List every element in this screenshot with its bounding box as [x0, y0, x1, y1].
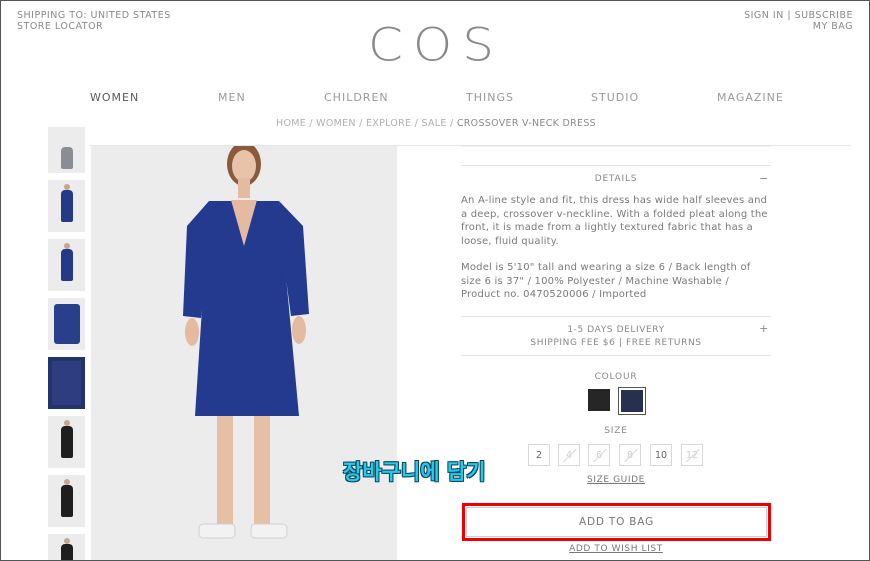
thumbnail-1[interactable]: [48, 127, 85, 173]
nav-magazine[interactable]: MAGAZINE: [717, 91, 784, 104]
colour-swatch-navy-selected[interactable]: [618, 387, 646, 415]
nav-children[interactable]: CHILDREN: [324, 91, 389, 104]
thumbnail-2[interactable]: [48, 180, 85, 232]
thumbnail-figure: [52, 361, 81, 405]
thumbnail-figure: [61, 426, 73, 458]
cos-logo[interactable]: COS: [1, 18, 869, 72]
details-label: DETAILS: [594, 174, 638, 184]
expand-icon[interactable]: +: [759, 322, 769, 335]
thumbnail-7[interactable]: [48, 475, 85, 527]
size-guide: SIZE GUIDE: [461, 475, 771, 485]
nav-women[interactable]: WOMEN: [90, 91, 139, 104]
section-divider: [461, 355, 771, 356]
add-to-bag-button[interactable]: ADD TO BAG: [466, 507, 767, 537]
breadcrumb-path[interactable]: HOME / WOMEN / EXPLORE / SALE /: [276, 118, 457, 129]
size-guide-link[interactable]: SIZE GUIDE: [587, 475, 645, 485]
thumbnail-6[interactable]: [48, 416, 85, 468]
thumbnail-figure: [54, 304, 80, 344]
size-option-10[interactable]: 10: [650, 444, 672, 466]
breadcrumb-current: CROSSOVER V-NECK DRESS: [456, 118, 596, 129]
colour-swatch-black[interactable]: [588, 389, 610, 411]
thumbnail-figure: [61, 147, 73, 169]
product-description: An A-line style and fit, this dress has …: [461, 194, 771, 302]
price-row-cut: [461, 146, 771, 147]
delivery-line-1: 1-5 DAYS DELIVERY: [567, 325, 665, 335]
thumbnail-8[interactable]: [48, 534, 85, 560]
thumbnail-figure: [61, 485, 73, 517]
nav-men[interactable]: MEN: [218, 91, 246, 104]
size-label: SIZE: [604, 426, 628, 436]
model-illustration: [183, 146, 309, 539]
product-main-image[interactable]: [91, 146, 397, 560]
wishlist: ADD TO WISH LIST: [461, 544, 771, 554]
thumbnail-figure: [61, 190, 73, 222]
section-divider: [461, 316, 771, 317]
browser-frame: SHIPPING TO: UNITED STATES STORE LOCATOR…: [0, 0, 870, 561]
nav-things[interactable]: THINGS: [466, 91, 514, 104]
annotation-caption: 장바구니에 담기: [343, 460, 486, 484]
details-accordion-header[interactable]: DETAILS −: [461, 165, 771, 188]
thumbnail-figure: [61, 249, 73, 281]
nav-studio[interactable]: STUDIO: [591, 91, 639, 104]
delivery-accordion-header[interactable]: 1-5 DAYS DELIVERY SHIPPING FEE $6 | FREE…: [461, 322, 771, 350]
delivery-line-2: SHIPPING FEE $6 | FREE RETURNS: [530, 338, 702, 348]
size-option-4-unavailable: 4: [558, 444, 580, 466]
collapse-icon[interactable]: −: [759, 166, 769, 192]
size-option-6-unavailable: 6: [588, 444, 610, 466]
breadcrumb: HOME / WOMEN / EXPLORE / SALE / CROSSOVE…: [1, 118, 869, 129]
size-option-12-unavailable: 12: [681, 444, 703, 466]
model-info-text: Model is 5'10" tall and wearing a size 6…: [461, 262, 751, 300]
colour-label: COLOUR: [594, 372, 638, 382]
size-option-2[interactable]: 2: [528, 444, 550, 466]
thumbnail-4[interactable]: [48, 298, 85, 350]
colour-swatch-navy-fill: [621, 390, 643, 412]
thumbnail-3[interactable]: [48, 239, 85, 291]
description-text: An A-line style and fit, this dress has …: [461, 195, 768, 247]
thumbnail-figure: [61, 544, 73, 560]
add-to-wishlist-link[interactable]: ADD TO WISH LIST: [569, 544, 663, 554]
thumbnail-5[interactable]: [48, 357, 85, 409]
main-nav: WOMEN MEN CHILDREN THINGS STUDIO MAGAZIN…: [1, 91, 869, 105]
description-gap: [461, 248, 771, 261]
size-option-8-unavailable: 8: [619, 444, 641, 466]
